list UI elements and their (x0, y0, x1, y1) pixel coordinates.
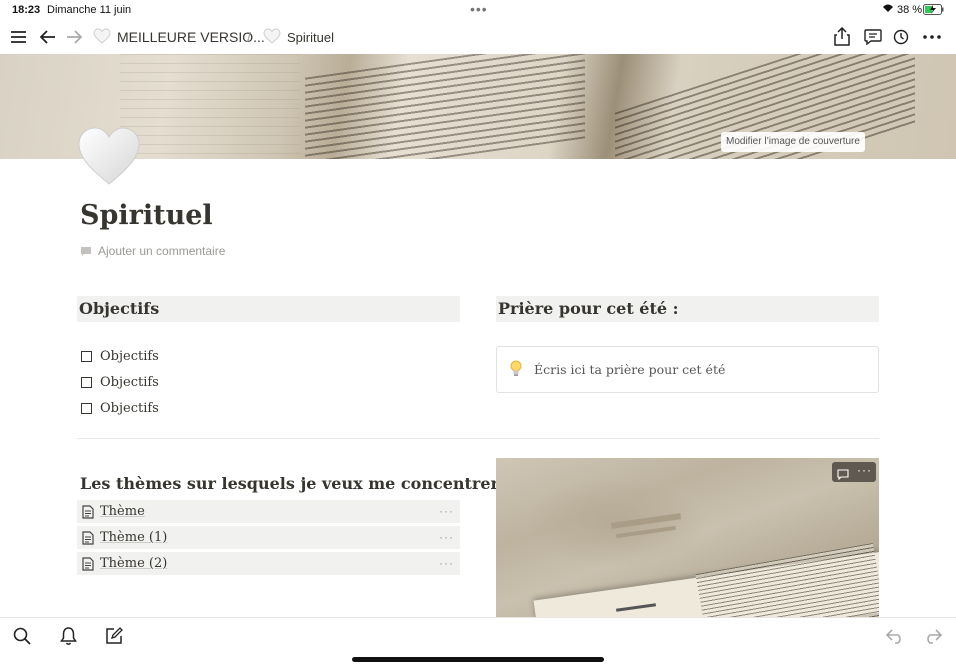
share-icon[interactable] (830, 24, 854, 48)
back-arrow-icon[interactable] (36, 25, 60, 49)
sub-page-title: Thème (100, 504, 145, 519)
forward-arrow-icon[interactable] (62, 25, 86, 49)
compose-icon[interactable] (103, 625, 125, 647)
row-more-icon[interactable]: ··· (439, 556, 454, 570)
todo-checkbox[interactable] (81, 376, 92, 388)
bible-photo-image[interactable]: ··· (496, 458, 879, 617)
search-icon[interactable] (11, 625, 33, 647)
battery-icon (923, 4, 944, 18)
top-navigation-bar: MEILLEURE VERSIO... / Spirituel (0, 20, 956, 54)
sub-page-link[interactable]: Thème (2) ··· (77, 552, 460, 575)
sub-page-title: Thème (2) (100, 556, 168, 571)
status-date: Dimanche 11 juin (47, 4, 132, 16)
image-toolbar: ··· (832, 462, 876, 482)
todo-label: Objectifs (100, 348, 159, 364)
change-cover-button[interactable]: Modifier l’image de couverture (721, 132, 865, 152)
todo-item[interactable]: Objectifs (81, 395, 159, 421)
more-icon[interactable] (920, 25, 944, 49)
current-page-heart-icon (263, 28, 281, 49)
sub-page-title: Thème (1) (100, 530, 168, 545)
priere-heading-block[interactable]: Prière pour cet été : (496, 296, 879, 322)
white-heart-page-icon[interactable] (77, 126, 141, 191)
priere-heading: Prière pour cet été : (498, 299, 679, 318)
image-comment-icon[interactable] (837, 467, 849, 485)
page-icon (82, 504, 94, 519)
todo-item[interactable]: Objectifs (81, 343, 159, 369)
lightbulb-icon (510, 360, 522, 382)
callout-text: Écris ici ta prière pour cet été (534, 362, 726, 377)
breadcrumb-separator: / (247, 29, 251, 45)
objectifs-todo-list: Objectifs Objectifs Objectifs (81, 343, 159, 421)
comments-icon[interactable] (861, 25, 885, 49)
home-indicator[interactable] (352, 657, 604, 662)
page-title[interactable]: Spirituel (80, 200, 213, 231)
undo-icon[interactable] (884, 625, 906, 647)
themes-heading[interactable]: Les thèmes sur lesquels je veux me conce… (78, 471, 510, 497)
objectifs-heading: Objectifs (79, 299, 160, 318)
todo-label: Objectifs (100, 374, 159, 390)
divider (77, 438, 879, 439)
bell-icon[interactable] (57, 625, 79, 647)
comment-icon (81, 246, 91, 256)
row-more-icon[interactable]: ··· (439, 530, 454, 544)
sub-page-link[interactable]: Thème (1) ··· (77, 526, 460, 549)
multitasking-dots-icon[interactable]: ••• (470, 1, 488, 17)
status-time: 18:23 (12, 4, 41, 16)
wifi-icon (882, 3, 894, 16)
page-icon (82, 530, 94, 545)
parent-page-heart-icon (93, 28, 111, 49)
prayer-callout[interactable]: Écris ici ta prière pour cet été (496, 346, 879, 393)
battery-percent: 38 % (897, 4, 923, 16)
history-icon[interactable] (889, 25, 913, 49)
todo-label: Objectifs (100, 400, 159, 416)
todo-item[interactable]: Objectifs (81, 369, 159, 395)
breadcrumb-current[interactable]: Spirituel (287, 30, 334, 45)
status-bar: 18:23 Dimanche 11 juin ••• 38 % (0, 0, 956, 20)
page-icon (82, 556, 94, 571)
redo-icon[interactable] (922, 625, 944, 647)
menu-icon[interactable] (6, 25, 30, 49)
breadcrumb-parent[interactable]: MEILLEURE VERSIO... (117, 29, 265, 45)
objectifs-heading-block[interactable]: Objectifs (77, 296, 460, 322)
todo-checkbox[interactable] (81, 402, 92, 414)
add-comment-label: Ajouter un commentaire (98, 244, 226, 258)
sub-page-link[interactable]: Thème ··· (77, 500, 460, 523)
row-more-icon[interactable]: ··· (439, 504, 454, 518)
image-more-icon[interactable]: ··· (857, 463, 872, 477)
add-comment-link[interactable]: Ajouter un commentaire (80, 244, 225, 258)
todo-checkbox[interactable] (81, 350, 92, 362)
